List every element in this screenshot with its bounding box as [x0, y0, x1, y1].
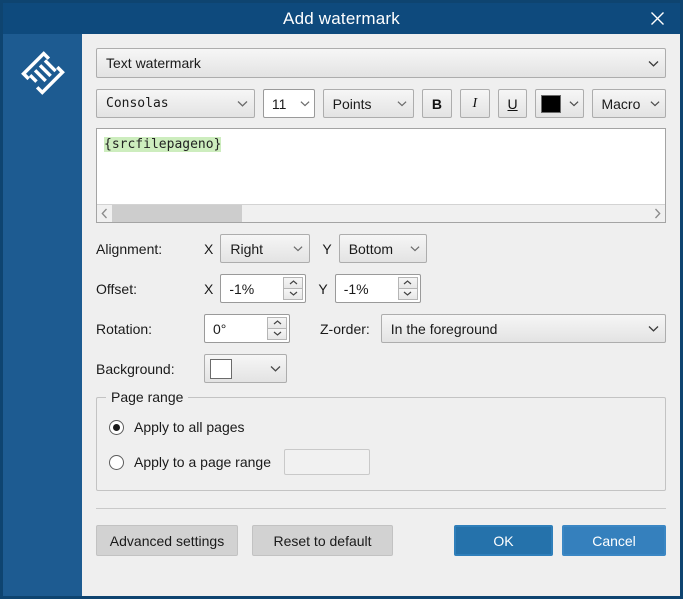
alignment-x-dropdown[interactable]: Right	[220, 234, 311, 263]
chevron-down-icon	[237, 100, 248, 107]
chevron-down-icon	[410, 245, 420, 252]
font-family-value: Consolas	[106, 96, 169, 111]
alignment-y-axis-label: Y	[322, 240, 332, 257]
watermark-type-dropdown[interactable]: Text watermark	[96, 48, 666, 78]
zorder-value: In the foreground	[390, 320, 498, 337]
dialog-sidebar	[3, 34, 82, 596]
offset-label: Offset:	[96, 280, 137, 297]
alignment-x-axis-label: X	[204, 240, 214, 257]
scrollbar-thumb[interactable]	[112, 205, 242, 222]
background-label: Background:	[96, 360, 175, 377]
close-icon[interactable]	[634, 3, 680, 34]
font-family-dropdown[interactable]: Consolas	[96, 89, 255, 118]
bold-button[interactable]: B	[422, 89, 452, 118]
rotation-stepper[interactable]: 0°	[204, 314, 290, 343]
dialog-titlebar: Add watermark	[3, 3, 680, 34]
dialog-title: Add watermark	[283, 8, 400, 28]
chevron-down-icon	[569, 100, 579, 107]
spinner-up-icon[interactable]	[283, 277, 304, 289]
page-range-input[interactable]	[284, 449, 370, 475]
cancel-button[interactable]: Cancel	[562, 525, 666, 556]
italic-button[interactable]: I	[459, 89, 490, 118]
editor-horizontal-scrollbar[interactable]	[97, 204, 665, 222]
chevron-right-icon[interactable]	[650, 205, 665, 222]
font-size-dropdown[interactable]: 11	[262, 89, 315, 118]
rotation-value[interactable]: 0°	[205, 315, 267, 342]
radio-apply-page-range-label: Apply to a page range	[134, 454, 271, 470]
spinner-up-icon[interactable]	[267, 317, 287, 329]
dialog-footer: Advanced settings Reset to default OK Ca…	[96, 525, 666, 556]
footer-separator	[96, 508, 666, 509]
scrollbar-track[interactable]	[112, 205, 650, 222]
macro-label: Macro	[601, 95, 641, 112]
font-size-units-value: Points	[332, 95, 372, 112]
chevron-down-icon	[650, 100, 660, 107]
radio-button-selected-icon[interactable]	[109, 419, 124, 435]
radio-button-unselected-icon[interactable]	[109, 454, 124, 470]
chevron-down-icon	[270, 365, 281, 372]
macro-dropdown[interactable]: Macro	[592, 89, 667, 118]
zorder-dropdown[interactable]: In the foreground	[380, 314, 666, 343]
app-logo-icon	[20, 51, 65, 95]
rotation-label: Rotation:	[96, 320, 153, 337]
watermark-text-value: {srcfilepageno}	[104, 137, 222, 152]
spinner-down-icon[interactable]	[267, 328, 287, 340]
chevron-down-icon	[397, 100, 407, 107]
alignment-label: Alignment:	[96, 240, 163, 257]
watermark-type-value: Text watermark	[106, 55, 201, 71]
reset-to-default-button[interactable]: Reset to default	[252, 525, 393, 556]
watermark-text-editor[interactable]: {srcfilepageno}	[96, 128, 666, 223]
font-size-value: 11	[271, 95, 287, 112]
font-toolbar: Consolas 11 Points B I U Macro	[96, 89, 667, 118]
dialog-body: Text watermark Consolas 11 Points B I U …	[3, 34, 680, 596]
rotation-spinner-buttons[interactable]	[267, 317, 287, 340]
radio-apply-all-pages-label: Apply to all pages	[134, 419, 245, 435]
underline-button[interactable]: U	[497, 89, 528, 118]
offset-x-value[interactable]: -1%	[221, 275, 283, 302]
font-size-units-dropdown[interactable]: Points	[322, 89, 415, 118]
text-color-dropdown[interactable]	[535, 89, 585, 118]
radio-apply-all-pages[interactable]: Apply to all pages	[109, 414, 653, 440]
offset-x-stepper[interactable]: -1%	[220, 274, 307, 303]
alignment-x-value: Right	[230, 240, 264, 257]
offset-y-axis-label: Y	[318, 280, 328, 297]
advanced-settings-button[interactable]: Advanced settings	[96, 525, 238, 556]
chevron-down-icon	[300, 100, 310, 107]
chevron-down-icon	[293, 245, 303, 252]
chevron-down-icon	[648, 60, 659, 67]
background-color-dropdown[interactable]	[204, 354, 287, 383]
offset-row: Offset: X -1% Y -1%	[96, 274, 666, 303]
spinner-up-icon[interactable]	[397, 277, 418, 289]
offset-y-value[interactable]: -1%	[336, 275, 398, 302]
text-color-swatch	[541, 94, 562, 113]
offset-y-spinner-buttons[interactable]	[397, 277, 418, 300]
rotation-zorder-row: Rotation: 0° Z-order: In the foreground	[96, 314, 666, 343]
ok-button[interactable]: OK	[454, 525, 553, 556]
background-row: Background:	[96, 354, 666, 383]
dialog-content: Text watermark Consolas 11 Points B I U …	[82, 34, 680, 596]
watermark-text-area[interactable]: {srcfilepageno}	[97, 129, 665, 204]
zorder-label: Z-order:	[320, 320, 370, 337]
offset-x-spinner-buttons[interactable]	[283, 277, 304, 300]
alignment-y-value: Bottom	[348, 240, 394, 257]
chevron-left-icon[interactable]	[97, 205, 112, 222]
spinner-down-icon[interactable]	[283, 288, 304, 300]
add-watermark-dialog: Add watermark Text watermark Consolas 11…	[0, 0, 683, 599]
page-range-group: Page range Apply to all pages Apply to a…	[96, 389, 666, 491]
page-range-title: Page range	[106, 389, 189, 405]
radio-apply-page-range[interactable]: Apply to a page range	[109, 449, 653, 475]
chevron-down-icon	[648, 325, 659, 332]
spinner-down-icon[interactable]	[397, 288, 418, 300]
alignment-y-dropdown[interactable]: Bottom	[338, 234, 427, 263]
background-color-swatch	[210, 358, 232, 379]
offset-y-stepper[interactable]: -1%	[334, 274, 421, 303]
offset-x-axis-label: X	[204, 280, 214, 297]
alignment-row: Alignment: X Right Y Bottom	[96, 234, 666, 263]
